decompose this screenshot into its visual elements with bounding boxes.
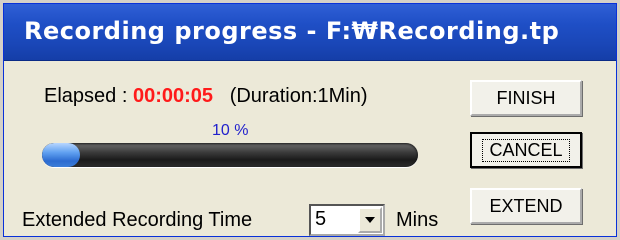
progress-percent: 10 %: [212, 122, 249, 139]
extend-button[interactable]: EXTEND: [470, 188, 582, 224]
extended-time-unit: Mins: [396, 209, 439, 231]
cancel-button-label: CANCEL: [482, 138, 570, 162]
progress-bar: [42, 143, 418, 167]
dropdown-button[interactable]: [358, 207, 382, 233]
title-bar[interactable]: Recording progress - F:₩Recording.tp: [4, 4, 616, 61]
extended-time-select[interactable]: 5: [309, 204, 385, 236]
cancel-button[interactable]: CANCEL: [470, 132, 582, 168]
finish-button[interactable]: FINISH: [470, 80, 582, 116]
extended-time-label: Extended Recording Time: [22, 209, 253, 231]
elapsed-row: Elapsed : 00:00:05 (Duration:1Min): [44, 85, 368, 108]
window-title: Recording progress - F:₩Recording.tp: [24, 17, 560, 45]
chevron-down-icon: [365, 217, 375, 223]
duration-text: (Duration:1Min): [229, 85, 368, 107]
extended-time-value: 5: [315, 208, 327, 230]
elapsed-time: 00:00:05: [132, 85, 214, 107]
dialog-content: Elapsed : 00:00:05 (Duration:1Min) 10 % …: [4, 61, 616, 236]
progress-fill: [42, 143, 80, 167]
elapsed-label: Elapsed :: [44, 85, 128, 107]
recording-progress-window: Recording progress - F:₩Recording.tp Ela…: [3, 3, 617, 237]
